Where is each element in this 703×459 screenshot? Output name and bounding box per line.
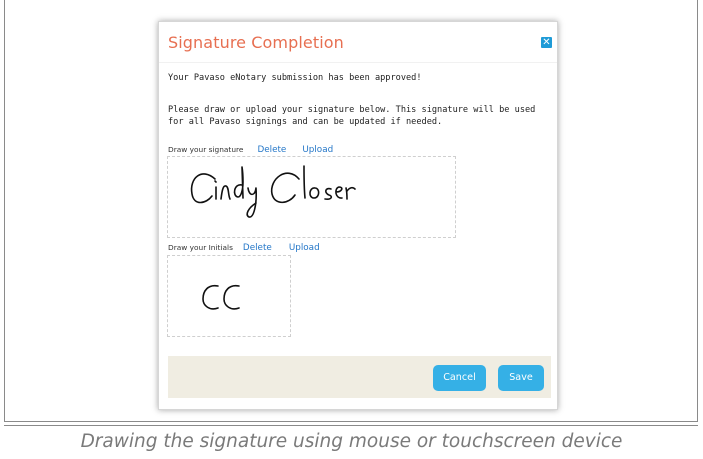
signature-drawing xyxy=(190,165,356,218)
figure-caption: Drawing the signature using mouse or tou… xyxy=(80,431,623,452)
upload-signature-link[interactable]: Upload xyxy=(302,144,333,156)
signature-label: Draw your signature xyxy=(168,145,244,154)
save-button[interactable]: Save xyxy=(498,365,544,391)
instructions-text: Please draw or upload your signature bel… xyxy=(168,105,536,127)
initials-pad[interactable] xyxy=(167,255,291,337)
signature-controls: Draw your signature Delete Upload xyxy=(168,144,333,156)
cancel-button[interactable]: Cancel xyxy=(433,365,486,391)
signature-completion-dialog: Signature Completion ✕ Your Pavaso eNota… xyxy=(158,21,558,410)
delete-initials-link[interactable]: Delete xyxy=(243,242,272,254)
figure-bottom-rule xyxy=(4,425,698,426)
dialog-footer: Cancel Save xyxy=(168,356,551,398)
initials-controls: Draw your Initials Delete Upload xyxy=(168,242,320,254)
upload-initials-link[interactable]: Upload xyxy=(289,242,320,254)
initials-label: Draw your Initials xyxy=(168,243,233,252)
signature-pad[interactable] xyxy=(167,156,456,238)
dialog-title: Signature Completion xyxy=(168,33,344,52)
approved-message: Your Pavaso eNotary submission has been … xyxy=(168,73,422,83)
delete-signature-link[interactable]: Delete xyxy=(257,144,286,156)
title-divider xyxy=(159,62,557,63)
initials-drawing xyxy=(202,284,240,310)
close-icon[interactable]: ✕ xyxy=(541,37,552,48)
